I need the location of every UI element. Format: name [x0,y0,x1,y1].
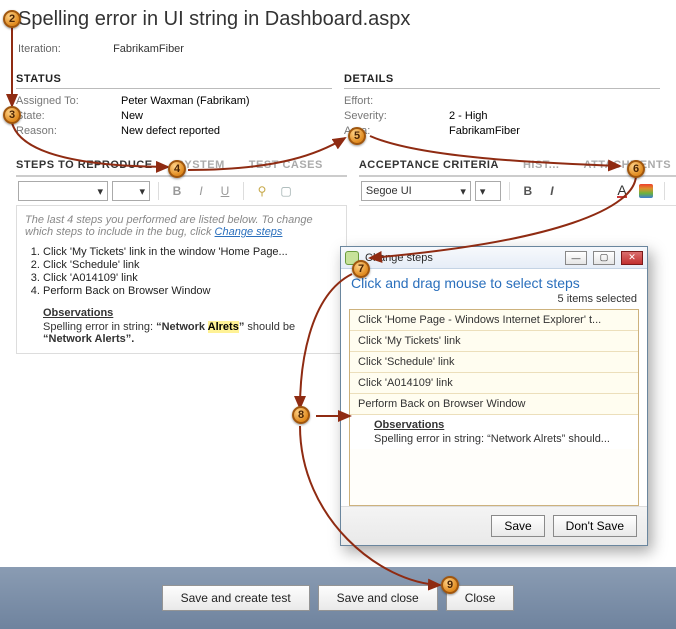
font-color-button[interactable]: A [612,181,632,201]
repro-steps-list: Click 'My Tickets' link in the window 'H… [43,246,338,297]
bottom-action-bar: Save and create test Save and close Clos… [0,567,676,629]
save-and-close-button[interactable]: Save and close [318,585,438,611]
minimize-button[interactable]: ― [565,251,587,265]
font-size-dropdown[interactable]: ▾ [112,181,150,201]
highlight-color-button[interactable] [636,181,656,201]
area-value[interactable]: FabrikamFiber [449,125,520,137]
callout-6: 6 [627,160,645,178]
iteration-row: Iteration: FabrikamFiber [18,43,676,55]
callout-2: 2 [3,10,21,28]
state-label: State: [16,110,121,122]
state-value[interactable]: New [121,110,143,122]
toolbar-left: ▾ ▾ B I U ⚲ ▢ [16,177,347,206]
italic-button[interactable]: I [542,181,562,201]
details-heading: DETAILS [344,73,660,89]
page-title: Spelling error in UI string in Dashboard… [18,8,676,31]
maximize-button[interactable]: ▢ [593,251,615,265]
chevron-down-icon: ▾ [460,185,466,198]
dialog-title: Change steps [365,252,433,264]
repro-step: Click 'Schedule' link [43,259,338,271]
callout-4: 4 [168,160,186,178]
bold-button[interactable]: B [167,181,187,201]
callout-5: 5 [348,127,366,145]
dialog-subtitle: Click and drag mouse to select steps [341,269,647,293]
dialog-save-button[interactable]: Save [491,515,544,537]
repro-step: Click 'A014109' link [43,272,338,284]
repro-step: Perform Back on Browser Window [43,285,338,297]
steps-hint: The last 4 steps you performed are liste… [25,214,338,238]
severity-label: Severity: [344,110,449,122]
toolbar-right: Segoe UI ▾ ▾ B I A ≡ [359,177,676,206]
chevron-down-icon: ▾ [480,185,486,198]
callout-9: 9 [441,576,459,594]
change-steps-link[interactable]: Change steps [215,226,283,238]
close-button[interactable]: ✕ [621,251,643,265]
insert-link-icon[interactable]: ⚲ [252,181,272,201]
insert-image-icon[interactable]: ▢ [276,181,296,201]
chevron-down-icon: ▾ [139,185,145,198]
tab-history[interactable]: HIST... [523,156,570,175]
iteration-label: Iteration: [18,43,110,55]
effort-label: Effort: [344,95,449,107]
tab-acceptance-criteria[interactable]: ACCEPTANCE CRITERIA [359,156,509,175]
color-swatch-icon [639,184,653,198]
chevron-down-icon: ▾ [97,185,103,198]
steps-select-list[interactable]: Click 'Home Page - Windows Internet Expl… [349,309,639,506]
step-item[interactable]: Click 'My Tickets' link [350,331,638,352]
step-observations: Observations Spelling error in string: “… [350,415,638,449]
font-family-dropdown[interactable]: ▾ [18,181,108,201]
step-item[interactable]: Click 'Schedule' link [350,352,638,373]
iteration-value: FabrikamFiber [113,43,184,55]
assigned-to-value[interactable]: Peter Waxman (Fabrikam) [121,95,250,107]
selected-count: 5 items selected [341,293,647,309]
font-size-dropdown[interactable]: ▾ [475,181,501,201]
dialog-dont-save-button[interactable]: Don't Save [553,515,637,537]
tab-steps-to-reproduce[interactable]: STEPS TO REPRODUCE [16,156,163,175]
font-family-dropdown[interactable]: Segoe UI ▾ [361,181,471,201]
callout-8: 8 [292,406,310,424]
italic-button[interactable]: I [191,181,211,201]
reason-value[interactable]: New defect reported [121,125,220,137]
step-item[interactable]: Click 'A014109' link [350,373,638,394]
steps-panel: The last 4 steps you performed are liste… [16,206,347,354]
save-and-create-test-button[interactable]: Save and create test [162,585,310,611]
status-heading: STATUS [16,73,332,89]
bold-button[interactable]: B [518,181,538,201]
step-item[interactable]: Click 'Home Page - Windows Internet Expl… [350,310,638,331]
misspelling-highlight: Alrets [208,321,239,333]
severity-value[interactable]: 2 - High [449,110,488,122]
callout-7: 7 [352,260,370,278]
reason-label: Reason: [16,125,121,137]
tab-test-cases[interactable]: TEST CASES [249,156,333,175]
change-steps-dialog: Change steps ― ▢ ✕ Click and drag mouse … [340,246,648,546]
assigned-to-label: Assigned To: [16,95,121,107]
repro-step: Click 'My Tickets' link in the window 'H… [43,246,338,258]
underline-button[interactable]: U [215,181,235,201]
observations-block: Observations Spelling error in string: “… [43,307,338,345]
callout-3: 3 [3,106,21,124]
step-item[interactable]: Perform Back on Browser Window [350,394,638,415]
